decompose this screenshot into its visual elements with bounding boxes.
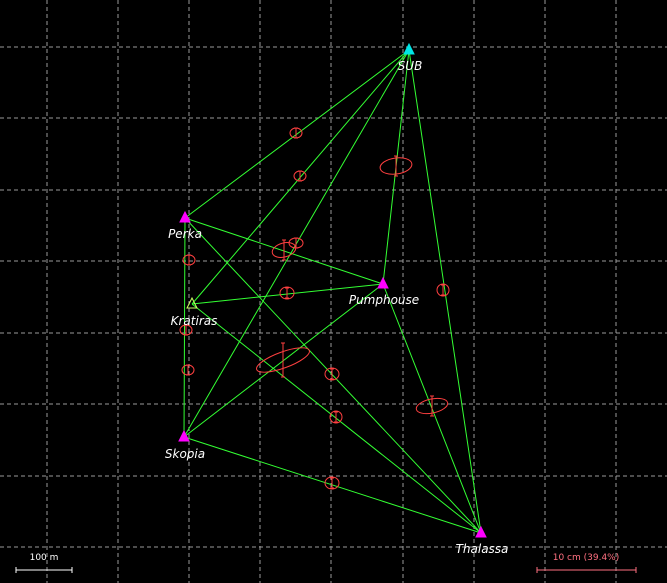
error-ellipses <box>179 127 450 490</box>
error-ellipse <box>293 170 307 182</box>
error-ellipse <box>379 155 413 177</box>
error-ellipse <box>181 364 195 376</box>
observation-lines <box>183 49 482 534</box>
grid <box>0 0 667 583</box>
observation-line[interactable] <box>184 49 410 219</box>
error-ellipse <box>415 395 449 417</box>
distance-scale-label: 100 m <box>30 553 59 563</box>
station-pumphouse[interactable]: Pumphouse <box>349 276 419 307</box>
station-label: Pumphouse <box>349 293 419 307</box>
stations: SUB Perka Kratiras Pumphouse Skopia Thalassa <box>165 42 509 556</box>
error-ellipse <box>329 410 343 424</box>
triangle-filled-icon[interactable] <box>178 429 190 442</box>
station-label: SUB <box>398 59 423 73</box>
error-ellipse <box>289 127 303 139</box>
network-plot-canvas[interactable]: SUBPerkaKratirasPumphouseSkopiaThalassa … <box>0 0 667 583</box>
error-ellipse <box>279 286 295 300</box>
station-perka[interactable]: Perka <box>168 210 202 241</box>
station-label: Skopia <box>165 447 205 461</box>
station-label: Perka <box>168 227 202 241</box>
observation-line[interactable] <box>408 49 482 534</box>
station-skopia[interactable]: Skopia <box>165 429 205 461</box>
ellipse-scale-bar: 10 cm (39.4%) <box>536 553 637 573</box>
distance-scale-bar: 100 m <box>15 553 73 573</box>
station-thalassa[interactable]: Thalassa <box>456 525 509 556</box>
station-label: Kratiras <box>171 314 218 328</box>
triangle-filled-icon[interactable] <box>403 42 415 55</box>
observation-line[interactable] <box>184 217 482 534</box>
ellipse-scale-label: 10 cm (39.4%) <box>553 553 620 563</box>
station-sub[interactable]: SUB <box>398 42 423 73</box>
station-label: Thalassa <box>456 542 509 556</box>
error-ellipse <box>324 367 340 381</box>
error-ellipse <box>436 283 450 297</box>
error-ellipse <box>271 239 297 261</box>
